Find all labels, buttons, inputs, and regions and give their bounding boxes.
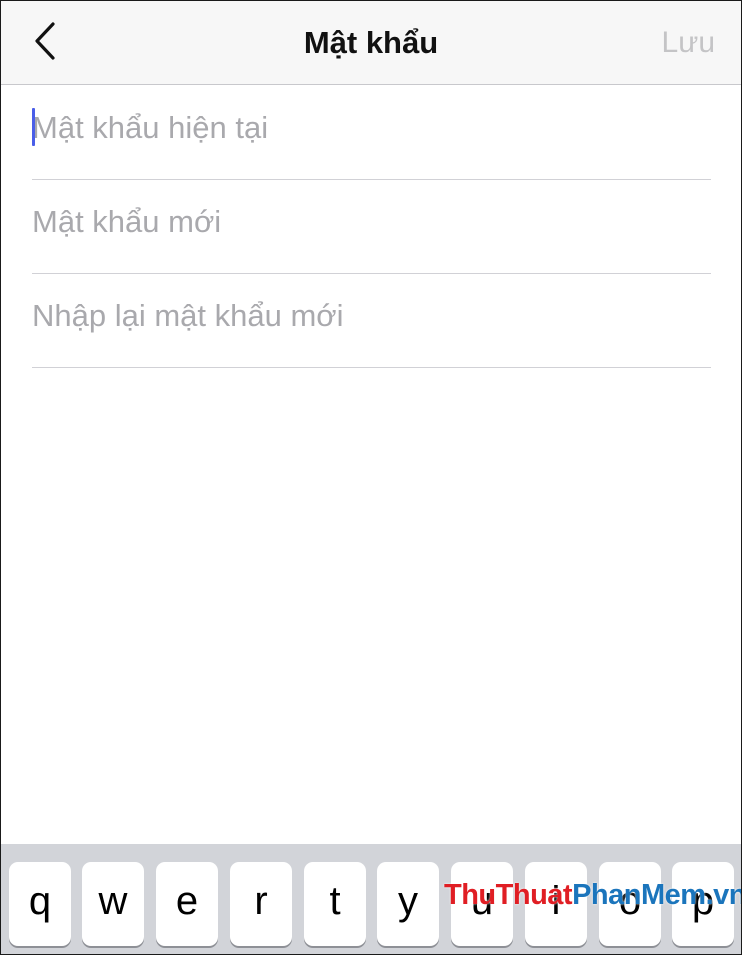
page-title: Mật khẩu <box>303 25 439 60</box>
save-button[interactable]: Lưu <box>662 1 715 84</box>
text-caret <box>32 108 35 146</box>
current-password-field <box>32 85 711 180</box>
key-y[interactable]: y <box>377 862 439 946</box>
current-password-input[interactable] <box>32 85 711 171</box>
key-w[interactable]: w <box>82 862 144 946</box>
key-p[interactable]: p <box>672 862 734 946</box>
key-q[interactable]: q <box>9 862 71 946</box>
confirm-password-input[interactable] <box>32 273 711 359</box>
key-u[interactable]: u <box>451 862 513 946</box>
new-password-field <box>32 179 711 274</box>
navigation-bar: Mật khẩu Lưu <box>1 1 741 85</box>
chevron-left-icon <box>35 22 55 60</box>
screen: Mật khẩu Lưu q w e r t y u i o p ThuThua… <box>0 0 742 955</box>
new-password-input[interactable] <box>32 179 711 265</box>
key-r[interactable]: r <box>230 862 292 946</box>
confirm-password-field <box>32 273 711 368</box>
key-o[interactable]: o <box>599 862 661 946</box>
key-e[interactable]: e <box>156 862 218 946</box>
on-screen-keyboard: q w e r t y u i o p <box>1 844 741 954</box>
back-button[interactable] <box>23 15 67 67</box>
key-i[interactable]: i <box>525 862 587 946</box>
key-t[interactable]: t <box>304 862 366 946</box>
